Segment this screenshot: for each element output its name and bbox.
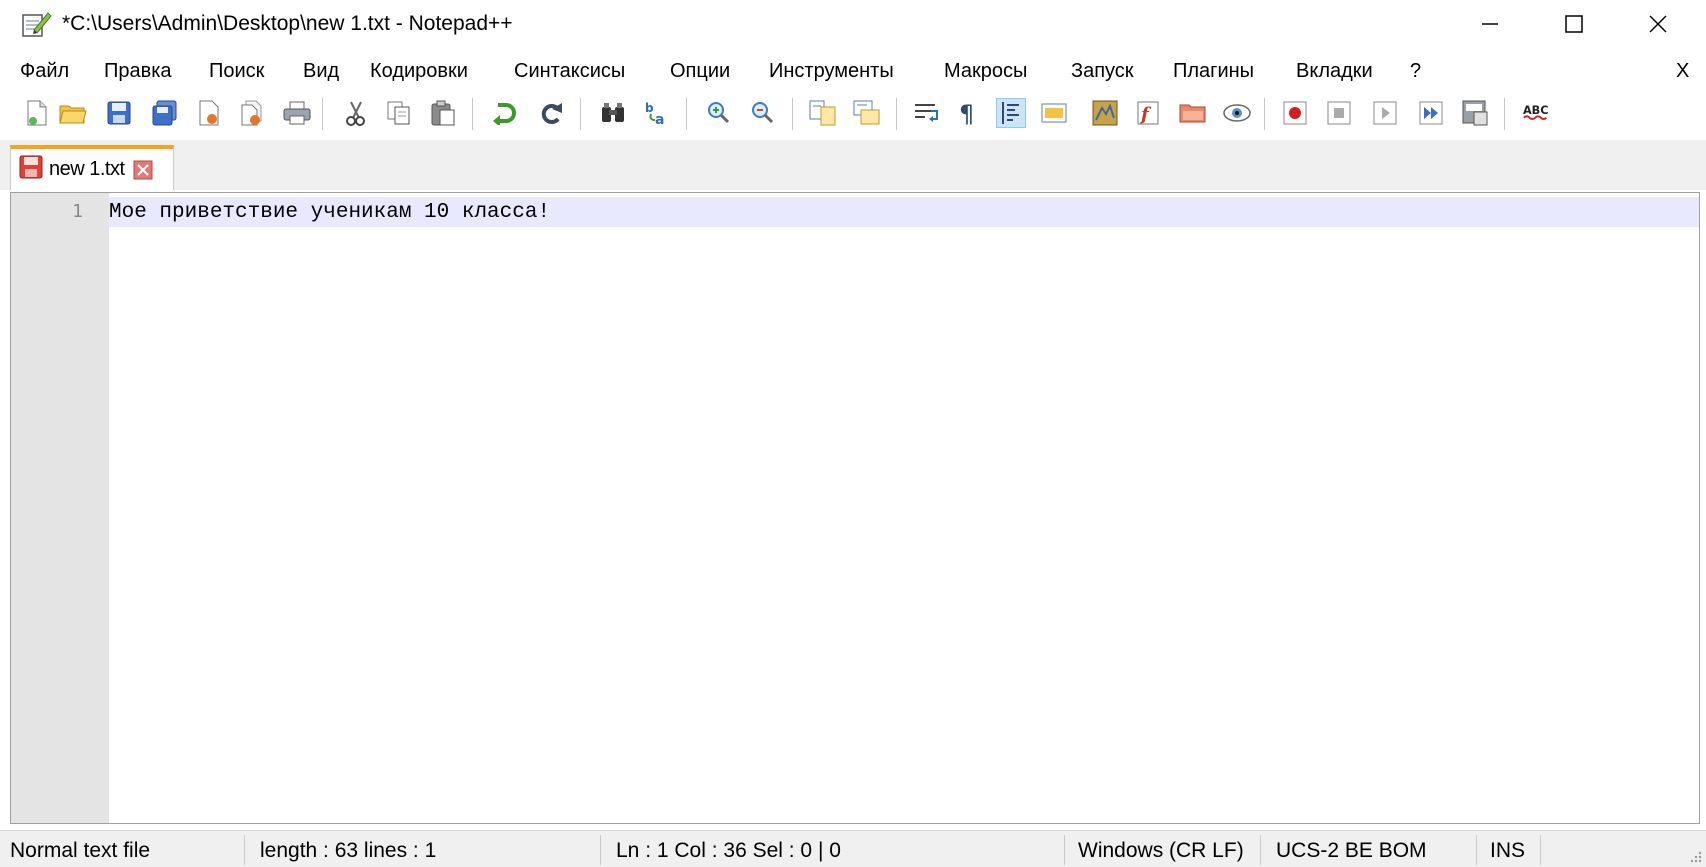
print-icon[interactable] xyxy=(282,98,312,128)
run-macro-multiple-icon[interactable] xyxy=(1416,98,1446,128)
title-bar: *C:\Users\Admin\Desktop\new 1.txt - Note… xyxy=(0,0,1706,48)
svg-text:a: a xyxy=(655,112,664,126)
save-all-icon[interactable] xyxy=(150,98,180,128)
close-document-button[interactable]: X xyxy=(1676,60,1689,83)
resize-grip-icon[interactable] xyxy=(1688,849,1702,863)
play-macro-icon[interactable] xyxy=(1370,98,1400,128)
undo-icon[interactable] xyxy=(490,98,520,128)
monitoring-icon[interactable] xyxy=(1222,98,1252,128)
notepad-app-icon xyxy=(22,10,52,38)
status-position: Ln : 1 Col : 36 Sel : 0 | 0 xyxy=(616,839,841,862)
menu-help[interactable]: ? xyxy=(1410,60,1421,83)
indent-guide-icon[interactable] xyxy=(996,98,1026,128)
function-list-icon[interactable]: f xyxy=(1134,98,1164,128)
menu-syntax[interactable]: Синтаксисы xyxy=(514,60,625,83)
tab-bar: new 1.txt xyxy=(0,140,1706,190)
zoom-in-icon[interactable] xyxy=(704,98,734,128)
save-macro-icon[interactable] xyxy=(1460,98,1490,128)
stop-macro-icon[interactable] xyxy=(1324,98,1354,128)
tab-label: new 1.txt xyxy=(49,158,125,180)
status-encoding: UCS-2 BE BOM xyxy=(1276,839,1427,862)
svg-text:b: b xyxy=(645,101,654,115)
copy-icon[interactable] xyxy=(384,98,414,128)
replace-icon[interactable]: ba xyxy=(642,98,672,128)
menu-edit[interactable]: Правка xyxy=(104,60,172,83)
menu-search[interactable]: Поиск xyxy=(209,60,264,83)
menu-tools[interactable]: Инструменты xyxy=(769,60,894,83)
svg-text:¶: ¶ xyxy=(959,100,974,126)
zoom-out-icon[interactable] xyxy=(748,98,778,128)
svg-text:ABC: ABC xyxy=(1523,104,1549,117)
minimize-button[interactable] xyxy=(1448,0,1532,48)
save-icon[interactable] xyxy=(104,98,134,128)
menu-run[interactable]: Запуск xyxy=(1071,60,1134,83)
status-insert-mode: INS xyxy=(1490,839,1526,862)
folder-workspace-icon[interactable] xyxy=(1178,98,1208,128)
word-wrap-icon[interactable] xyxy=(912,98,942,128)
window-title: *C:\Users\Admin\Desktop\new 1.txt - Note… xyxy=(62,12,513,35)
menu-macros[interactable]: Макросы xyxy=(944,60,1027,83)
close-window-button[interactable] xyxy=(1616,0,1700,48)
new-file-icon[interactable] xyxy=(22,98,52,128)
spellcheck-icon[interactable]: ABC xyxy=(1522,98,1552,128)
maximize-button[interactable] xyxy=(1532,0,1616,48)
tab-close-icon[interactable] xyxy=(133,160,153,180)
sync-horizontal-icon[interactable] xyxy=(852,98,882,128)
document-map-icon[interactable] xyxy=(1090,98,1120,128)
status-bar: Normal text file length : 63 lines : 1 L… xyxy=(0,830,1706,867)
sync-vertical-icon[interactable] xyxy=(808,98,838,128)
user-language-icon[interactable] xyxy=(1040,98,1070,128)
menu-options[interactable]: Опции xyxy=(670,60,730,83)
open-file-icon[interactable] xyxy=(58,98,88,128)
menu-file[interactable]: Файл xyxy=(20,60,69,83)
find-icon[interactable] xyxy=(598,98,628,128)
show-all-chars-icon[interactable]: ¶ xyxy=(952,98,982,128)
toolbar: ba ¶ f ABC xyxy=(0,92,1706,136)
line-number-gutter: 1 xyxy=(11,193,109,823)
menu-view[interactable]: Вид xyxy=(303,60,339,83)
status-length: length : 63 lines : 1 xyxy=(260,839,437,862)
redo-icon[interactable] xyxy=(536,98,566,128)
text-editor[interactable]: 1 Мое приветствие ученикам 10 класса! xyxy=(10,192,1700,824)
menu-tabs[interactable]: Вкладки xyxy=(1296,60,1373,83)
record-macro-icon[interactable] xyxy=(1280,98,1310,128)
editor-line[interactable]: Мое приветствие ученикам 10 класса! xyxy=(109,201,550,224)
menu-encoding[interactable]: Кодировки xyxy=(370,60,468,83)
line-number: 1 xyxy=(72,201,83,222)
status-eol: Windows (CR LF) xyxy=(1078,839,1244,862)
close-icon[interactable] xyxy=(194,98,224,128)
unsaved-file-icon xyxy=(19,155,43,184)
menu-bar: Файл Правка Поиск Вид Кодировки Синтакси… xyxy=(0,58,1706,88)
tab-new-1[interactable]: new 1.txt xyxy=(10,145,174,190)
close-all-icon[interactable] xyxy=(238,98,268,128)
paste-icon[interactable] xyxy=(428,98,458,128)
menu-plugins[interactable]: Плагины xyxy=(1173,60,1254,83)
status-file-type: Normal text file xyxy=(10,839,151,862)
cut-icon[interactable] xyxy=(340,98,370,128)
